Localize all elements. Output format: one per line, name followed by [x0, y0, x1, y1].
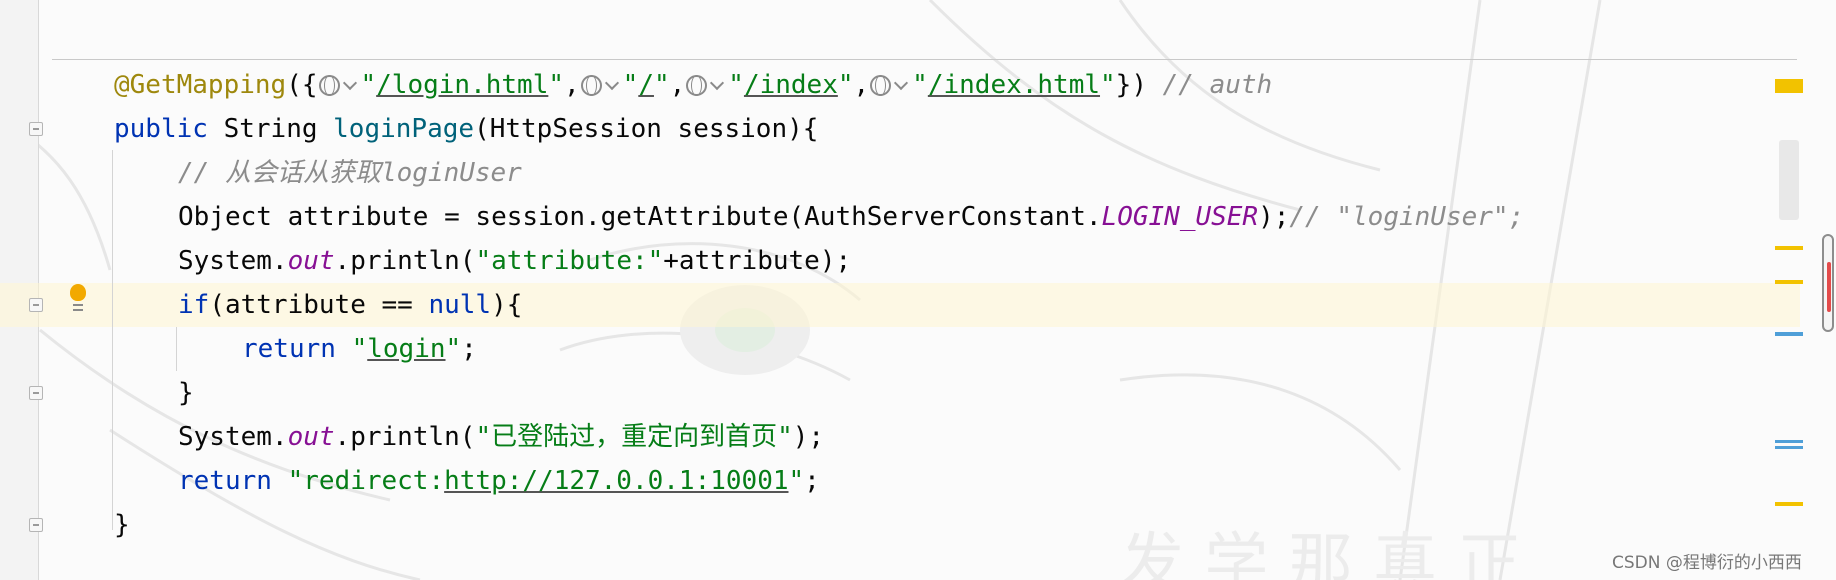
keyword: return: [242, 334, 336, 364]
code-line: }: [114, 371, 194, 415]
string-literal: "redirect:http://127.0.0.1:10001": [287, 466, 805, 496]
info-marker[interactable]: [1775, 440, 1803, 443]
keyword: null: [428, 290, 492, 320]
method-call: .println(: [334, 246, 476, 276]
method-name: loginPage: [333, 114, 475, 144]
constant: LOGIN_USER: [1101, 202, 1259, 232]
code-line: if(attribute == null){: [114, 283, 522, 327]
info-marker[interactable]: [1775, 332, 1803, 336]
keyword: public: [114, 114, 208, 144]
fold-marker-icon[interactable]: [29, 122, 43, 136]
chevron-down-icon[interactable]: [894, 75, 909, 90]
type-name: String: [223, 114, 318, 144]
statement: Object attribute = session.getAttribute(…: [178, 202, 1102, 232]
annotation: @GetMapping: [114, 70, 287, 100]
string-literal: "/login.html": [360, 70, 565, 100]
globe-icon[interactable]: [580, 75, 602, 96]
chevron-down-icon[interactable]: [604, 75, 619, 90]
punctuation: ;: [461, 334, 477, 364]
punctuation: ;: [804, 466, 820, 496]
code-line: System.out.println("attribute:"+attribut…: [114, 239, 851, 283]
punctuation: }): [1115, 70, 1147, 100]
string-link[interactable]: login: [367, 334, 445, 364]
svg-text:发 学 那 真 正: 发 学 那 真 正: [1120, 527, 1521, 580]
globe-icon[interactable]: [686, 75, 708, 96]
code-editor[interactable]: 发 学 那 真 正 @GetMapping({"/login.html", "/"…: [0, 0, 1836, 580]
string-literal: "已登陆过，重定向到首页": [475, 422, 793, 452]
string-literal: "login": [351, 334, 462, 364]
url-link[interactable]: /: [638, 70, 654, 100]
static-field: out: [287, 246, 335, 276]
punctuation: ){: [491, 290, 523, 320]
code-line: public String loginPage(HttpSession sess…: [114, 107, 818, 151]
error-marker: [1827, 262, 1831, 312]
brace: }: [178, 378, 194, 408]
punctuation: );: [792, 422, 825, 452]
comment: // auth: [1162, 70, 1273, 100]
fold-marker-icon[interactable]: [29, 298, 43, 312]
chevron-down-icon[interactable]: [342, 75, 357, 90]
info-marker[interactable]: [1775, 446, 1803, 449]
comment: // 从会话从获取loginUser: [178, 158, 522, 188]
warning-marker[interactable]: [1775, 502, 1803, 506]
method-separator: [52, 59, 1797, 60]
code-line: return "login";: [114, 327, 477, 371]
chevron-down-icon[interactable]: [710, 75, 725, 90]
code-line: Object attribute = session.getAttribute(…: [114, 195, 1524, 239]
fold-marker-icon[interactable]: [29, 518, 43, 532]
indent-guide: [112, 150, 113, 530]
warning-marker[interactable]: [1775, 280, 1803, 284]
class-ref: System.: [178, 422, 288, 452]
keyword: if: [178, 290, 210, 320]
string-literal: "/index": [728, 70, 854, 100]
punctuation: ({: [286, 70, 318, 100]
brace: }: [114, 510, 130, 540]
punctuation: );: [1258, 202, 1290, 232]
watermark: CSDN @程博衍的小西西: [1612, 553, 1802, 573]
expression: +attribute);: [663, 246, 852, 276]
url-link[interactable]: /login.html: [376, 70, 548, 100]
code-line: System.out.println("已登陆过，重定向到首页");: [114, 415, 824, 459]
code-line: // 从会话从获取loginUser: [114, 151, 522, 195]
fold-marker-icon[interactable]: [29, 386, 43, 400]
code-line: return "redirect:http://127.0.0.1:10001"…: [114, 459, 820, 503]
keyword: return: [178, 466, 272, 496]
comment: // "loginUser";: [1289, 202, 1525, 232]
string-literal: "/": [622, 70, 670, 100]
class-ref: System.: [178, 246, 288, 276]
lightbulb-icon[interactable]: [68, 284, 88, 318]
globe-icon[interactable]: [318, 75, 340, 96]
string-literal: "/index.html": [912, 70, 1116, 100]
method-call: .println(: [334, 422, 476, 452]
globe-icon[interactable]: [870, 75, 892, 96]
url-link[interactable]: http://127.0.0.1:10001: [444, 466, 788, 496]
code-line: }: [114, 503, 130, 547]
scrollbar-thumb[interactable]: [1822, 234, 1834, 332]
static-field: out: [287, 422, 335, 452]
scrollbar-track[interactable]: [1779, 140, 1799, 220]
parameters: (HttpSession session){: [474, 114, 819, 144]
warning-marker[interactable]: [1775, 246, 1803, 250]
warning-marker[interactable]: [1775, 79, 1803, 93]
url-link[interactable]: /index.html: [928, 70, 1100, 100]
condition: (attribute ==: [209, 290, 429, 320]
code-line: @GetMapping({"/login.html", "/", "/index",…: [114, 70, 1273, 100]
url-link[interactable]: /index: [744, 70, 838, 100]
string-literal: "attribute:": [475, 246, 664, 276]
